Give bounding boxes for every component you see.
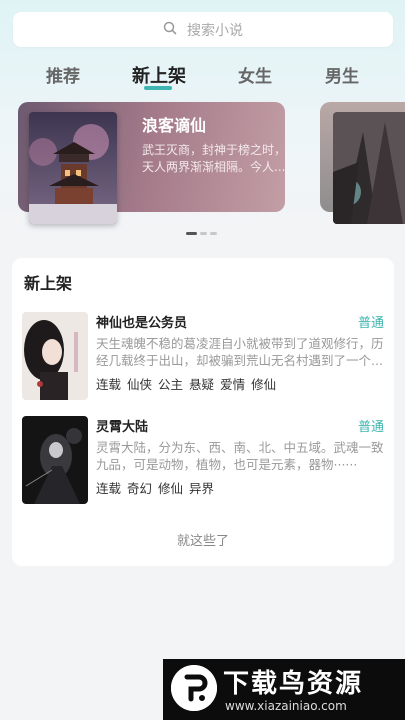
book-tag: 异界 [189, 481, 215, 496]
tab-new-arrivals[interactable]: 新上架 [124, 62, 194, 88]
banner-book-cover-next[interactable] [333, 112, 405, 224]
book-description: 天生魂魄不稳的葛凌涯自小就被带到了道观修行，历经几载终于出山，却被骗到荒山无名村… [96, 336, 384, 368]
banner-carousel[interactable]: 浪客谪仙 武王灭商，封神于榜之时，天人两界渐渐相隔。今人... [0, 100, 405, 240]
banner-title: 浪客谪仙 [142, 116, 207, 135]
section-title: 新上架 [24, 274, 73, 293]
book-title: 神仙也是公务员 [96, 316, 188, 331]
book-tag: 修仙 [158, 481, 184, 496]
book-description: 灵霄大陆，分为东、西、南、北、中五域。武魂一致九品，可是动物，植物，也可是元素，… [96, 440, 384, 472]
book-badge: 普通 [357, 316, 384, 331]
tab-male[interactable]: 男生 [307, 62, 377, 87]
new-arrivals-panel: 新上架 神仙也是公务员 普通 天生魂魄不稳的葛凌涯自小就被带到了道观修行，历经几… [12, 258, 394, 566]
watermark-title: 下载鸟资源 [223, 669, 364, 699]
banner-book-cover[interactable] [29, 112, 117, 224]
category-tabs: 推荐 新上架 女生 男生 [0, 62, 405, 92]
search-placeholder: 搜索小说 [187, 22, 243, 39]
book-badge: 普通 [357, 420, 384, 435]
carousel-indicator [186, 232, 217, 235]
book-tags: 连载 仙侠 公主 悬疑 爱情 修仙 [96, 374, 384, 393]
book-cover[interactable] [22, 416, 88, 504]
search-icon [163, 20, 177, 39]
search-bar[interactable]: 搜索小说 [13, 12, 393, 47]
book-cover[interactable] [22, 312, 88, 400]
watermark-url: www.xiazainiao.com [225, 699, 347, 713]
book-tag: 连载 [96, 481, 122, 496]
tab-female[interactable]: 女生 [220, 62, 290, 87]
book-tag: 奇幻 [127, 481, 153, 496]
book-title: 灵霄大陆 [96, 420, 149, 435]
active-tab-indicator [144, 86, 172, 90]
book-tag: 爱情 [220, 377, 246, 392]
book-tag: 公主 [158, 377, 184, 392]
banner-description: 武王灭商，封神于榜之时，天人两界渐渐相隔。今人... [142, 143, 285, 174]
watermark-logo-icon [171, 665, 217, 711]
carousel-dot [210, 232, 217, 235]
carousel-dot [186, 232, 197, 235]
book-item[interactable]: 灵霄大陆 普通 灵霄大陆，分为东、西、南、北、中五域。武魂一致九品，可是动物，植… [22, 416, 384, 506]
book-tag: 修仙 [251, 377, 277, 392]
book-tags: 连载 奇幻 修仙 异界 [96, 478, 384, 497]
book-tag: 连载 [96, 377, 122, 392]
book-tag: 悬疑 [189, 377, 215, 392]
book-item[interactable]: 神仙也是公务员 普通 天生魂魄不稳的葛凌涯自小就被带到了道观修行，历经几载终于出… [22, 312, 384, 402]
list-end-text: 就这些了 [176, 534, 229, 549]
carousel-dot [200, 232, 207, 235]
watermark-banner: 下载鸟资源 www.xiazainiao.com [163, 659, 405, 720]
book-tag: 仙侠 [127, 377, 153, 392]
tab-recommend[interactable]: 推荐 [28, 62, 98, 87]
